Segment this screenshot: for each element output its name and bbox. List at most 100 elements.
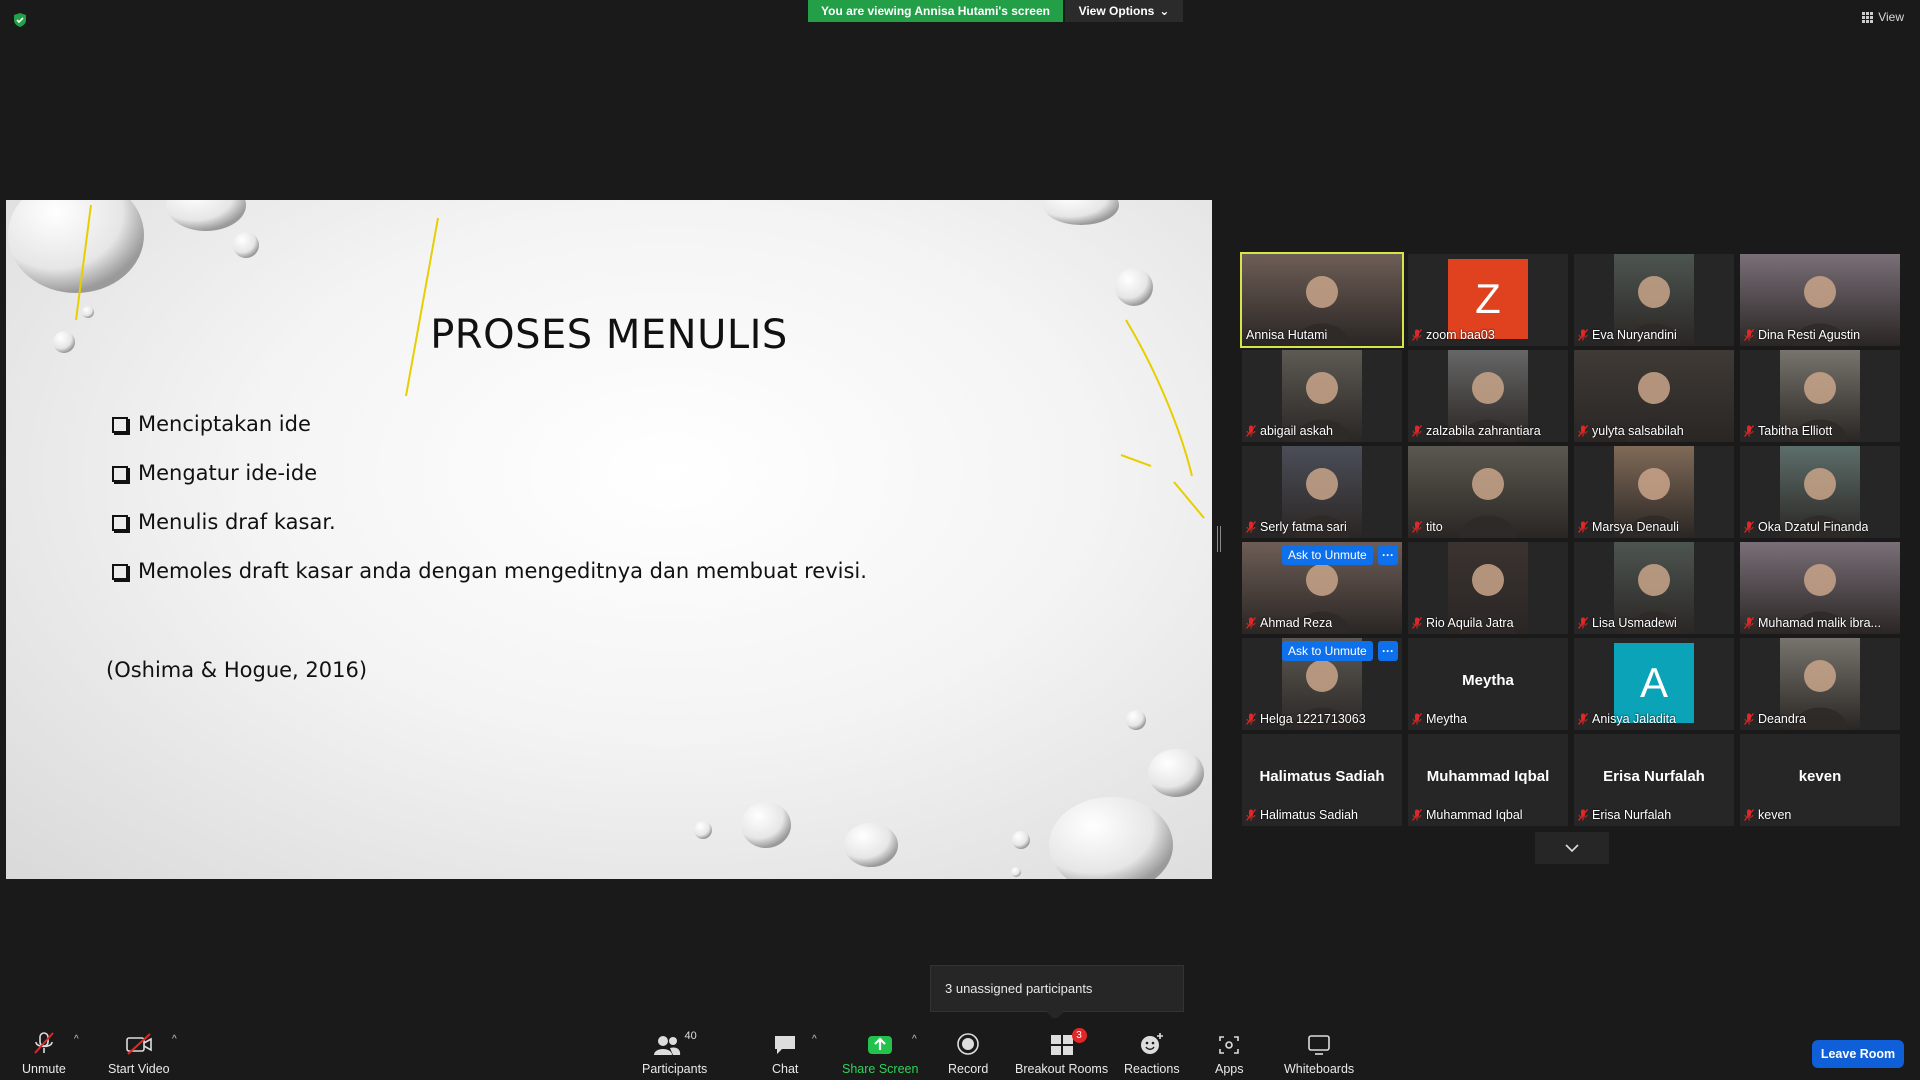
participant-nameplate: abigail askah (1246, 424, 1333, 438)
participant-tile[interactable]: keven keven (1740, 734, 1900, 826)
participant-tile[interactable]: Serly fatma sari (1242, 446, 1402, 538)
whiteboards-button[interactable]: Whiteboards (1284, 1028, 1354, 1076)
participant-tile[interactable]: Deandra (1740, 638, 1900, 730)
participant-name: zalzabila zahrantiara (1426, 424, 1541, 438)
shared-screen[interactable]: PROSES MENULIS Menciptakan ide Mengatur … (6, 200, 1212, 879)
participant-tile[interactable]: Halimatus Sadiah Halimatus Sadiah (1242, 734, 1402, 826)
start-video-button[interactable]: Start Video (108, 1028, 170, 1076)
checkbox-bullet-icon (112, 515, 128, 531)
slide-bullet: Menciptakan ide (106, 412, 867, 461)
ask-to-unmute-button[interactable]: Ask to Unmute (1282, 545, 1373, 565)
microphone-muted-icon (1412, 329, 1422, 341)
participant-tile[interactable]: Meytha Meytha (1408, 638, 1568, 730)
reactions-icon (1140, 1033, 1163, 1054)
participant-name: Oka Dzatul Finanda (1758, 520, 1869, 534)
slide-bullet: Menulis draf kasar. (106, 510, 867, 559)
participants-label: Participants (642, 1062, 708, 1076)
participant-tile[interactable]: abigail askah (1242, 350, 1402, 442)
participant-tile[interactable]: Muhamad malik ibra... (1740, 542, 1900, 634)
microphone-muted-icon (1412, 425, 1422, 437)
participant-tile[interactable]: Rio Aquila Jatra (1408, 542, 1568, 634)
slide-bullet-text: Menciptakan ide (138, 412, 311, 436)
participant-nameplate: tito (1412, 520, 1443, 534)
unmute-button[interactable]: Unmute (22, 1028, 66, 1076)
share-screen-button[interactable]: Share Screen (842, 1028, 918, 1076)
record-button[interactable]: Record (948, 1028, 988, 1076)
participant-name: Tabitha Elliott (1758, 424, 1833, 438)
participant-name: Serly fatma sari (1260, 520, 1347, 534)
more-options-button[interactable]: ··· (1378, 545, 1398, 565)
security-shield-icon[interactable] (12, 12, 28, 28)
participant-nameplate: Marsya Denauli (1578, 520, 1679, 534)
participant-tile[interactable]: yulyta salsabilah (1574, 350, 1734, 442)
microphone-muted-icon (1744, 617, 1754, 629)
microphone-muted-icon (1412, 521, 1422, 533)
view-layout-button[interactable]: View (1862, 10, 1904, 24)
resize-splitter[interactable] (1217, 526, 1221, 552)
participant-nameplate: Eva Nuryandini (1578, 328, 1677, 342)
participant-tile[interactable]: Marsya Denauli (1574, 446, 1734, 538)
participant-tile[interactable]: Oka Dzatul Finanda (1740, 446, 1900, 538)
participant-display-name: Erisa Nurfalah (1603, 768, 1705, 785)
participant-nameplate: Tabitha Elliott (1744, 424, 1832, 438)
audio-options-caret-icon[interactable]: ^ (74, 1034, 79, 1045)
gallery-next-page-button[interactable] (1535, 832, 1609, 864)
share-screen-label: Share Screen (842, 1062, 919, 1076)
slide-bullet-text: Mengatur ide-ide (138, 461, 318, 485)
whiteboard-icon (1308, 1035, 1330, 1055)
microphone-muted-icon (1246, 521, 1256, 533)
participant-nameplate: Muhamad malik ibra... (1744, 616, 1881, 630)
participant-tile[interactable]: zalzabila zahrantiara (1408, 350, 1568, 442)
participants-count: 40 (684, 1030, 697, 1042)
participant-name: Rio Aquila Jatra (1426, 616, 1514, 630)
share-options-caret-icon[interactable]: ^ (912, 1034, 917, 1045)
chat-options-caret-icon[interactable]: ^ (812, 1034, 817, 1045)
reactions-button[interactable]: Reactions (1124, 1028, 1180, 1076)
participant-display-name: Halimatus Sadiah (1259, 768, 1385, 785)
participant-name: Erisa Nurfalah (1592, 808, 1672, 822)
microphone-muted-icon (1578, 425, 1588, 437)
participant-nameplate: Helga 1221713063 (1246, 712, 1366, 726)
participant-nameplate: Anisya Jaladita (1578, 712, 1676, 726)
participant-tile[interactable]: Dina Resti Agustin (1740, 254, 1900, 346)
participant-name: Lisa Usmadewi (1592, 616, 1677, 630)
participant-tile[interactable]: Ask to Unmute ··· Ahmad Reza (1242, 542, 1402, 634)
participant-tile[interactable]: Ask to Unmute ··· Helga 1221713063 (1242, 638, 1402, 730)
participant-name: Muhammad Iqbal (1426, 808, 1523, 822)
participant-tile[interactable]: Tabitha Elliott (1740, 350, 1900, 442)
microphone-muted-icon (1412, 713, 1422, 725)
participant-tile[interactable]: tito (1408, 446, 1568, 538)
participant-name: Deandra (1758, 712, 1806, 726)
breakout-rooms-button[interactable]: 3 Breakout Rooms (1015, 1028, 1108, 1076)
participant-tile[interactable]: Eva Nuryandini (1574, 254, 1734, 346)
ask-to-unmute-button[interactable]: Ask to Unmute (1282, 641, 1373, 661)
more-options-button[interactable]: ··· (1378, 641, 1398, 661)
microphone-muted-icon (1578, 617, 1588, 629)
participant-name: Marsya Denauli (1592, 520, 1679, 534)
participants-button[interactable]: 40 Participants (642, 1028, 707, 1076)
video-options-caret-icon[interactable]: ^ (172, 1034, 177, 1045)
participant-tile[interactable]: A Anisya Jaladita (1574, 638, 1734, 730)
apps-button[interactable]: Apps (1215, 1028, 1244, 1076)
participant-tile[interactable]: Lisa Usmadewi (1574, 542, 1734, 634)
participant-tile[interactable]: Erisa Nurfalah Erisa Nurfalah (1574, 734, 1734, 826)
participant-nameplate: yulyta salsabilah (1578, 424, 1684, 438)
participants-icon (653, 1036, 680, 1055)
participant-display-name: keven (1798, 768, 1842, 785)
participant-nameplate: Lisa Usmadewi (1578, 616, 1677, 630)
chat-icon (775, 1036, 796, 1054)
view-options-button[interactable]: View Options ⌄ (1065, 0, 1183, 22)
microphone-muted-icon (1578, 809, 1588, 821)
view-label: View (1878, 10, 1904, 24)
participant-tile[interactable]: Zzoom baa03 (1408, 254, 1568, 346)
participant-tile[interactable]: Annisa Hutami (1240, 252, 1404, 348)
participant-tile[interactable]: Muhammad Iqbal Muhammad Iqbal (1408, 734, 1568, 826)
microphone-muted-icon (1578, 521, 1588, 533)
microphone-muted-icon (1744, 809, 1754, 821)
participant-nameplate: Ahmad Reza (1246, 616, 1332, 630)
participant-name: Muhamad malik ibra... (1758, 616, 1881, 630)
leave-room-button[interactable]: Leave Room (1812, 1040, 1904, 1068)
whiteboards-label: Whiteboards (1284, 1062, 1355, 1076)
chat-button[interactable]: Chat (772, 1028, 798, 1076)
microphone-muted-icon (1744, 329, 1754, 341)
